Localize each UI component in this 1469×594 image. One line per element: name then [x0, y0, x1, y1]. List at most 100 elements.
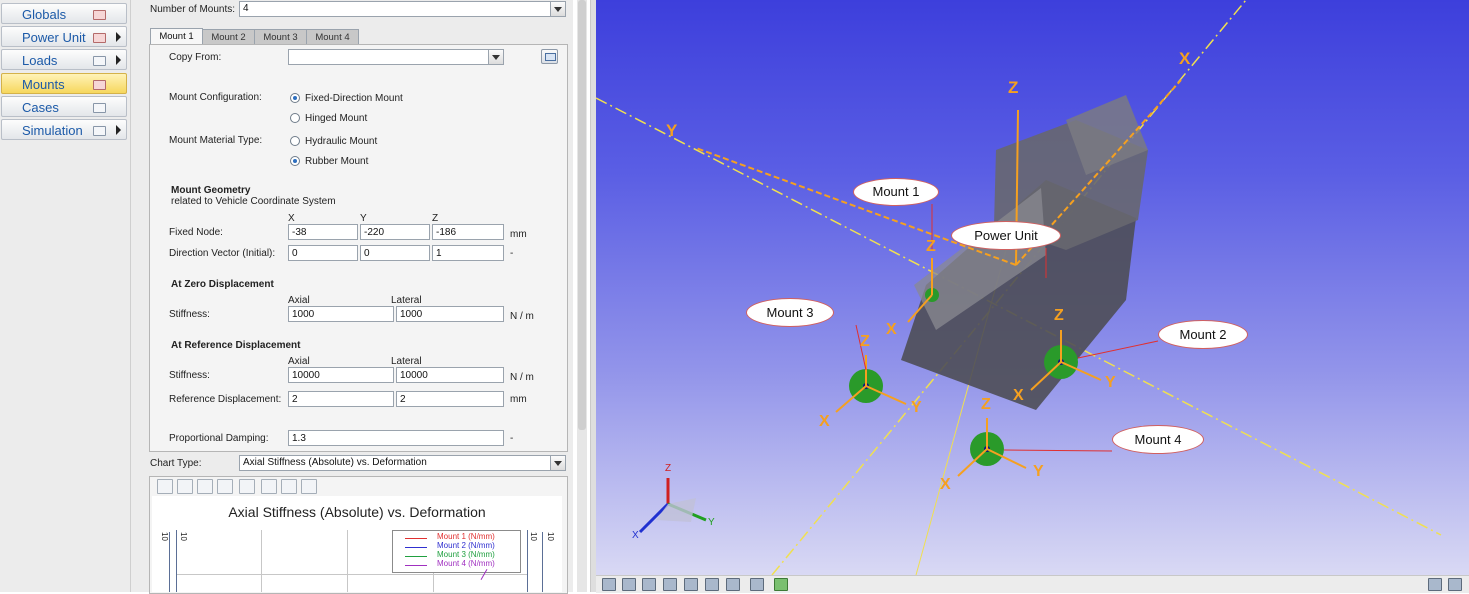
callout-mount-4[interactable]: Mount 4: [1112, 425, 1204, 454]
chevron-down-icon[interactable]: [550, 456, 565, 470]
nav-simulation[interactable]: Simulation: [1, 119, 127, 140]
radio-rubber[interactable]: [290, 156, 300, 166]
nav-power-unit[interactable]: Power Unit: [1, 26, 127, 47]
fixed-node-y[interactable]: [360, 224, 430, 240]
chart-pan-icon[interactable]: [217, 479, 233, 494]
callout-mount-2[interactable]: Mount 2: [1158, 320, 1248, 349]
nav-label: Loads: [22, 53, 58, 68]
ref-stiffness-lateral[interactable]: [396, 367, 504, 383]
tab-mount-3[interactable]: Mount 3: [254, 29, 307, 45]
direction-y[interactable]: [360, 245, 430, 261]
radio-hinged[interactable]: [290, 113, 300, 123]
copy-button[interactable]: [541, 49, 558, 64]
mount-1-label-x: X: [886, 321, 897, 338]
direction-x[interactable]: [288, 245, 358, 261]
view-back-icon[interactable]: [642, 578, 656, 591]
fixed-node-unit: mm: [510, 229, 527, 240]
chart-curve-icon[interactable]: [239, 479, 255, 494]
chart-type-label: Chart Type:: [150, 458, 202, 469]
zero-disp-title: At Zero Displacement: [171, 279, 274, 290]
view-top-icon[interactable]: [705, 578, 719, 591]
ref-stiffness-label: Stiffness:: [169, 370, 210, 381]
direction-label: Direction Vector (Initial):: [169, 248, 276, 259]
chart-type-select[interactable]: Axial Stiffness (Absolute) vs. Deformati…: [239, 455, 566, 471]
callout-power-unit[interactable]: Power Unit: [951, 221, 1061, 250]
chart-list-icon[interactable]: [177, 479, 193, 494]
chart-export-icon[interactable]: [301, 479, 317, 494]
tab-mount-4[interactable]: Mount 4: [306, 29, 359, 45]
nav-label: Cases: [22, 100, 59, 115]
nav-loads[interactable]: Loads: [1, 49, 127, 70]
callout-mount-3[interactable]: Mount 3: [746, 298, 834, 327]
ref-disp-lateral[interactable]: [396, 391, 504, 407]
col-x-label: X: [288, 213, 295, 224]
tab-mount-1[interactable]: Mount 1: [150, 28, 203, 45]
ref-stiffness-axial[interactable]: [288, 367, 394, 383]
chevron-right-icon: [116, 55, 121, 65]
chevron-right-icon: [116, 125, 121, 135]
radio-hydraulic[interactable]: [290, 136, 300, 146]
nav-cases[interactable]: Cases: [1, 96, 127, 117]
legend-swatch: [405, 556, 427, 557]
nav-label: Power Unit: [22, 30, 86, 45]
chart-type-value: Axial Stiffness (Absolute) vs. Deformati…: [243, 457, 427, 468]
copy-icon: [545, 53, 556, 61]
scene-drawing: [596, 0, 1442, 575]
cases-icon: [93, 103, 106, 113]
triad-label-x: X: [632, 530, 639, 541]
legend-item: Mount 2 (N/mm): [437, 541, 495, 550]
chart-title: Axial Stiffness (Absolute) vs. Deformati…: [228, 504, 486, 520]
view-fit-icon[interactable]: [774, 578, 788, 591]
num-mounts-select[interactable]: 4: [239, 1, 566, 17]
nav-label: Globals: [22, 7, 67, 22]
mount-2-label-x: X: [1013, 387, 1024, 404]
mount-3-label-y: Y: [911, 399, 922, 416]
axis-line: [169, 532, 170, 592]
fixed-node-z[interactable]: [432, 224, 504, 240]
nav-label: Mounts: [22, 77, 65, 92]
ref-disp-axial[interactable]: [288, 391, 394, 407]
ref-col-lateral: Lateral: [391, 356, 422, 367]
mount-3-label-z: Z: [860, 333, 870, 350]
zero-stiffness-label: Stiffness:: [169, 309, 210, 320]
view-front-icon[interactable]: [622, 578, 636, 591]
rubber-label: Rubber Mount: [305, 156, 369, 167]
ref-stiffness-unit: N / m: [510, 372, 534, 383]
callout-mount-1[interactable]: Mount 1: [853, 178, 939, 206]
damping-input[interactable]: [288, 430, 504, 446]
chart-line-icon[interactable]: [157, 479, 173, 494]
mount-1-label-z: Z: [926, 238, 936, 255]
radio-fixed-direction[interactable]: [290, 93, 300, 103]
grid-line: [261, 530, 262, 592]
triad-label-z: Z: [665, 463, 672, 474]
chevron-down-icon[interactable]: [488, 50, 503, 64]
view-sphere-icon[interactable]: [602, 578, 616, 591]
axis-label-z: Z: [1008, 78, 1019, 97]
view-right-icon[interactable]: [684, 578, 698, 591]
ref-disp-label: Reference Displacement:: [169, 394, 282, 405]
chevron-down-icon[interactable]: [550, 2, 565, 16]
scrollbar-thumb[interactable]: [578, 0, 586, 430]
direction-z[interactable]: [432, 245, 504, 261]
zero-stiffness-lateral[interactable]: [396, 306, 504, 322]
nav-globals[interactable]: Globals: [1, 3, 127, 24]
chart-zoom-icon[interactable]: [197, 479, 213, 494]
chart-edit-icon[interactable]: [281, 479, 297, 494]
copy-from-select[interactable]: [288, 49, 504, 65]
view-bottom-icon[interactable]: [726, 578, 740, 591]
fixed-node-x[interactable]: [288, 224, 358, 240]
view-iso-icon[interactable]: [750, 578, 764, 591]
view-left-icon[interactable]: [663, 578, 677, 591]
view-settings-icon[interactable]: [1448, 578, 1462, 591]
power-unit-icon: [93, 33, 106, 43]
legend-item: Mount 4 (N/mm): [437, 559, 495, 568]
axis-tick-label: 10: [179, 532, 188, 541]
zero-stiffness-axial[interactable]: [288, 306, 394, 322]
chart-grid-icon[interactable]: [261, 479, 277, 494]
legend-swatch: [405, 538, 427, 539]
view-car-icon[interactable]: [1428, 578, 1442, 591]
config-label: Mount Configuration:: [169, 92, 262, 103]
nav-mounts[interactable]: Mounts: [1, 73, 127, 94]
tab-mount-2[interactable]: Mount 2: [202, 29, 255, 45]
3d-viewport[interactable]: Z X Y Z X Z X Y Z X Y Z X Y Z Y X Mount …: [596, 0, 1469, 575]
